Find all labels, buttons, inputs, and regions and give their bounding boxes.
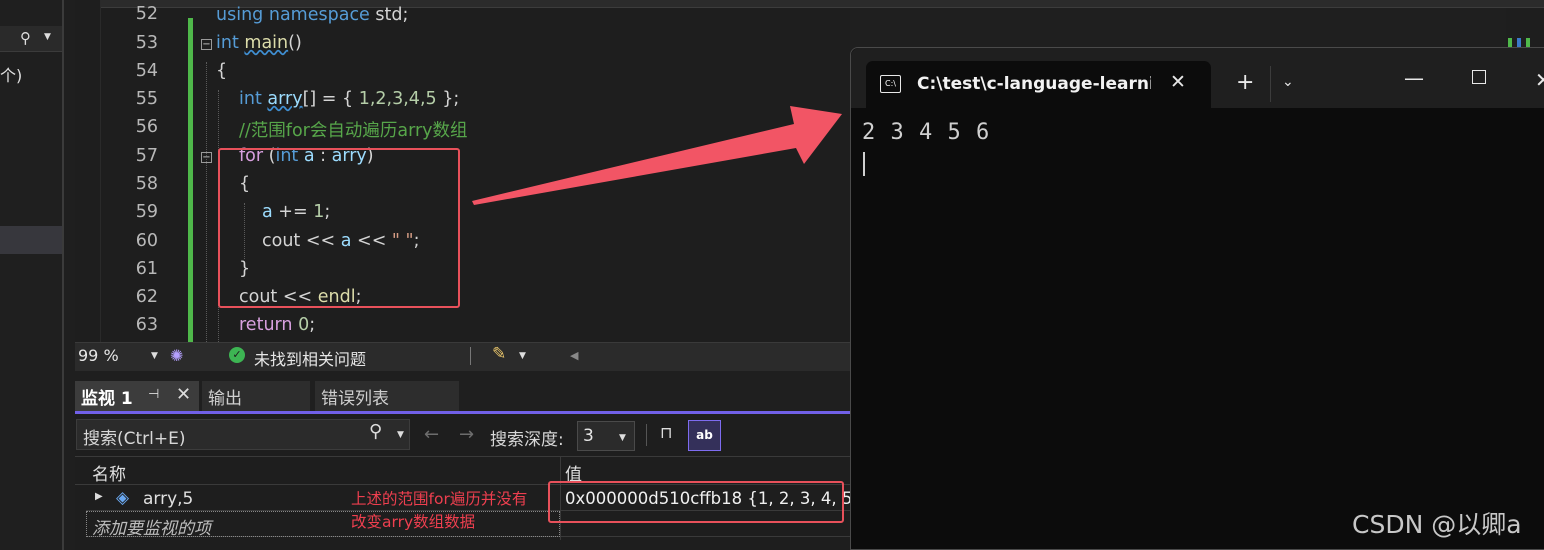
titlebar-divider (1270, 66, 1271, 102)
search-icon[interactable]: ⚲ (369, 421, 382, 442)
intellicode-icon[interactable]: ✺ (170, 346, 183, 365)
search-next-arrow-icon[interactable]: → (459, 424, 474, 445)
chevron-down-icon[interactable]: ▼ (44, 32, 51, 42)
line-number: 62 (135, 287, 158, 307)
tab-label: 错误列表 (321, 389, 389, 409)
hex-display-toggle-button[interactable]: ab (688, 420, 721, 451)
maximize-icon[interactable] (1472, 70, 1486, 84)
csdn-watermark: CSDN @以卿a (1352, 510, 1522, 539)
tab-error-list[interactable]: 错误列表 (315, 381, 459, 411)
change-tracking-bar (188, 18, 193, 342)
tab-label: 输出 (208, 389, 242, 409)
chevron-down-icon[interactable]: ▼ (397, 430, 404, 440)
command-prompt-icon: C:\ (880, 75, 901, 93)
add-watch-placeholder: 添加要监视的项 (92, 519, 211, 539)
pin-icon[interactable]: ⊣ (148, 387, 159, 402)
tab-output[interactable]: 输出 (202, 381, 310, 411)
code-line-56: //范围for会自动遍历arry数组 (239, 121, 468, 141)
search-previous-arrow-icon[interactable]: ← (424, 424, 439, 445)
variable-cube-icon: ◈ (116, 488, 130, 508)
annotation-text-line-2: 改变arry数组数据 (351, 513, 476, 531)
code-line-63: return 0; (239, 315, 316, 335)
code-line-52: using namespace std; (216, 5, 409, 25)
line-number: 55 (135, 89, 158, 109)
line-number: 53 (135, 33, 158, 53)
close-icon[interactable]: ✕ (176, 384, 191, 405)
terminal-cursor (863, 152, 865, 176)
line-number: 60 (135, 231, 158, 251)
toolbar-divider (646, 424, 647, 446)
annotation-arrow (472, 106, 842, 205)
line-number: 59 (135, 202, 158, 222)
chevron-down-icon[interactable]: ⌄ (1282, 74, 1294, 90)
close-icon[interactable]: ✕ (1535, 68, 1544, 92)
close-icon[interactable]: ✕ (1170, 71, 1186, 93)
minimize-icon[interactable]: — (1404, 66, 1424, 90)
terminal-output: 2 3 4 5 6 (862, 120, 991, 145)
status-divider (470, 347, 471, 365)
watch-row-name[interactable]: arry,5 (143, 489, 193, 509)
chevron-down-icon[interactable]: ▼ (151, 351, 158, 361)
annotation-text-line-1: 上述的范围for遍历并没有 (351, 490, 528, 508)
solution-count-text: 个) (0, 66, 23, 85)
editor-status-bar (75, 342, 850, 371)
scroll-left-icon[interactable]: ◀ (570, 349, 578, 362)
expand-arrow-icon[interactable]: ▶ (95, 491, 103, 502)
watch-search-placeholder: 搜索(Ctrl+E) (83, 429, 186, 449)
terminal-tab-title: C:\test\c-language-learning (917, 74, 1151, 94)
check-circle-icon: ✓ (229, 347, 245, 363)
solution-search-box[interactable]: ⚲ ▼ (0, 26, 62, 52)
search-depth-label: 搜索深度: (490, 430, 564, 450)
screenshot-root: ⚲ ▼ 个) 52 53 54 55 56 57 58 59 60 61 62 … (0, 0, 1544, 550)
value-highlight-box (548, 481, 844, 523)
line-number: 57 (135, 146, 158, 166)
code-cleanup-icon[interactable]: ✎ (492, 344, 506, 364)
line-number: 52 (135, 4, 158, 24)
search-depth-value: 3 (583, 426, 594, 446)
issues-status-text[interactable]: 未找到相关问题 (254, 346, 366, 370)
column-header-name[interactable]: 名称 (92, 460, 126, 485)
for-loop-highlight-box (218, 148, 460, 308)
pin-icon[interactable]: ⊓ (660, 423, 672, 442)
line-number: 61 (135, 259, 158, 279)
line-number: 54 (135, 61, 158, 81)
fold-main-icon[interactable]: − (201, 39, 212, 50)
chevron-down-icon[interactable]: ▼ (519, 351, 526, 361)
search-icon: ⚲ (20, 29, 31, 47)
line-number: 58 (135, 174, 158, 194)
fold-guide (206, 62, 207, 342)
code-line-53: int main() (216, 33, 302, 53)
line-number: 63 (135, 315, 158, 335)
editor-indicator-margin (75, 0, 101, 342)
tab-label: 监视 1 (81, 389, 133, 409)
code-line-55: int arry[] = { 1,2,3,4,5 }; (239, 89, 460, 109)
watch-grid-header (75, 456, 850, 484)
code-line-54: { (216, 61, 228, 81)
chevron-down-icon[interactable]: ▼ (619, 433, 626, 443)
new-tab-plus-icon[interactable]: + (1236, 70, 1254, 95)
solution-selected-item[interactable] (0, 226, 62, 254)
line-number: 56 (135, 117, 158, 137)
